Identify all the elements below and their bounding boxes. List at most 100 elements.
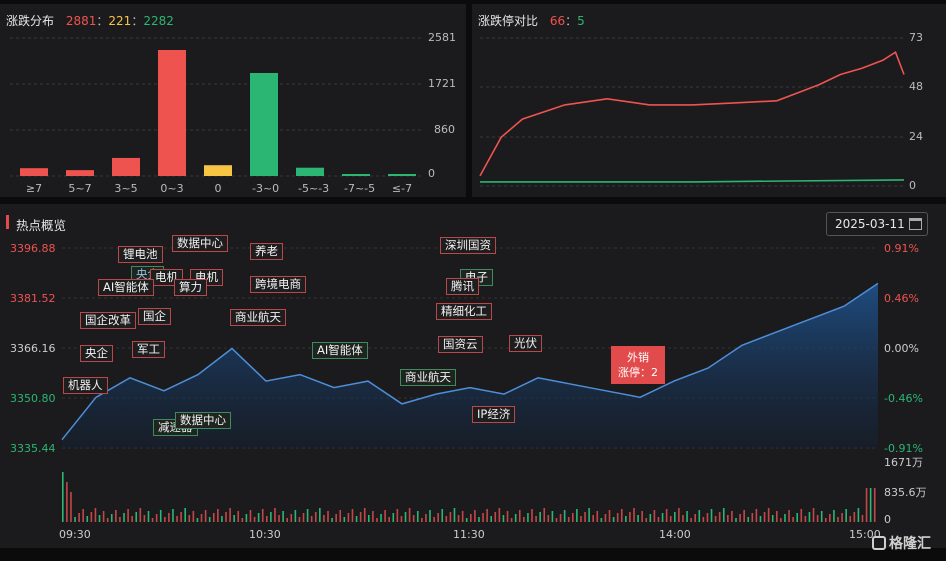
volume-bar (102, 511, 105, 522)
topic-label[interactable]: 腾讯 (446, 278, 479, 295)
volume-bar (176, 516, 178, 522)
volume-bar (788, 510, 790, 522)
volume-bar (539, 512, 541, 522)
volume-bar (833, 510, 835, 522)
volume-bar (845, 509, 847, 522)
volume-bar (339, 510, 342, 522)
topic-label[interactable]: 养老 (250, 243, 283, 260)
volume-bar (147, 511, 150, 522)
volume-bar (172, 509, 174, 522)
volume-bar (690, 518, 692, 522)
volume-bar (853, 512, 856, 522)
topic-label[interactable]: 数据中心 (175, 412, 231, 429)
ratio-ytick: 73 (909, 31, 923, 44)
volume-bar (616, 513, 619, 522)
volume-bar (253, 517, 256, 522)
volume-bar (837, 517, 839, 522)
category-label: ≥7 (25, 182, 43, 195)
volume-bar (282, 511, 284, 522)
topic-label[interactable]: 深圳国资 (440, 237, 496, 254)
volume-bar (241, 518, 244, 522)
volume-bar (751, 513, 754, 522)
volume-bar (767, 508, 770, 522)
volume-bar (816, 515, 819, 522)
volume-bar (355, 516, 358, 522)
volume-bar (678, 508, 680, 522)
time-tick: 09:30 (59, 528, 91, 541)
volume-bar (580, 516, 582, 522)
volume-bar (270, 512, 272, 522)
volume-bar (119, 517, 121, 522)
topic-label[interactable]: IP经济 (472, 406, 516, 423)
volume-bar (551, 511, 554, 522)
topic-label[interactable]: 算力 (174, 279, 207, 296)
volume-bar (465, 518, 468, 522)
volume-bar (523, 517, 525, 522)
volume-bar (249, 510, 252, 522)
volume-bar (824, 518, 827, 522)
volume-bar (576, 509, 578, 522)
dist-ytick: 0 (428, 167, 435, 180)
volume-bar (257, 513, 260, 522)
volume-bar (470, 514, 472, 522)
volume-bar (278, 515, 280, 522)
topic-label[interactable]: 商业航天 (230, 309, 286, 326)
topic-label[interactable]: 光伏 (509, 335, 542, 352)
volume-bar (563, 510, 566, 522)
dist-ytick: 2581 (428, 31, 456, 44)
price-tick: 3335.44 (10, 442, 56, 455)
volume-bar (368, 515, 370, 522)
watermark: 格隆汇 (872, 533, 931, 553)
time-tick: 11:30 (453, 528, 485, 541)
topic-label[interactable]: 商业航天 (400, 369, 456, 386)
topic-label[interactable]: 国企改革 (80, 312, 136, 329)
volume-bar (229, 508, 231, 522)
volume-bar (808, 512, 811, 522)
volume-bar (857, 508, 860, 522)
topic-label[interactable]: 国资云 (438, 336, 483, 353)
topic-label[interactable]: 军工 (132, 341, 165, 358)
volume-bar (90, 512, 93, 522)
topic-label[interactable]: 国企 (138, 308, 171, 325)
volume-bar (743, 510, 745, 522)
volume-bar (506, 511, 509, 522)
volume-bar (437, 513, 439, 522)
volume-bar (849, 516, 852, 522)
topic-label[interactable]: 数据中心 (172, 235, 228, 252)
topic-label[interactable]: 央企 (80, 345, 113, 362)
volume-bar (151, 518, 154, 522)
volume-bar (66, 482, 68, 522)
volume-bar (192, 511, 195, 522)
category-label: -3~0 (252, 182, 280, 195)
volume-bar (776, 511, 778, 522)
volume-bar (531, 509, 533, 522)
volume-bar (392, 513, 395, 522)
volume-bar (266, 516, 268, 522)
bar-1 (66, 170, 94, 176)
price-tick: 3366.16 (10, 342, 56, 355)
volume-bar (502, 515, 505, 522)
sector-callout[interactable]: 外销 涨停：2 (611, 346, 665, 384)
callout-text: 涨停：2 (618, 366, 658, 379)
volume-bar (396, 509, 399, 522)
bar-3 (158, 50, 186, 176)
topic-label[interactable]: 锂电池 (118, 246, 163, 263)
volume-bar (629, 512, 631, 522)
topic-label[interactable]: 跨境电商 (250, 276, 306, 293)
topic-label[interactable]: AI智能体 (98, 279, 154, 296)
topic-label[interactable]: 机器人 (63, 377, 108, 394)
ratio-ytick: 24 (909, 130, 923, 143)
volume-bar (604, 514, 607, 522)
volume-bar (188, 515, 191, 522)
topic-label[interactable]: AI智能体 (312, 342, 368, 359)
volume-bar (408, 508, 411, 522)
volume-bar (433, 517, 435, 522)
volume-bar (649, 514, 652, 522)
bar-5 (250, 72, 278, 176)
volume-bar (747, 517, 750, 522)
volume-bar (139, 508, 142, 522)
volume-bar (625, 516, 627, 522)
volume-bar (400, 516, 403, 522)
topic-label[interactable]: 精细化工 (436, 303, 492, 320)
watermark-text: 格隆汇 (889, 536, 931, 552)
